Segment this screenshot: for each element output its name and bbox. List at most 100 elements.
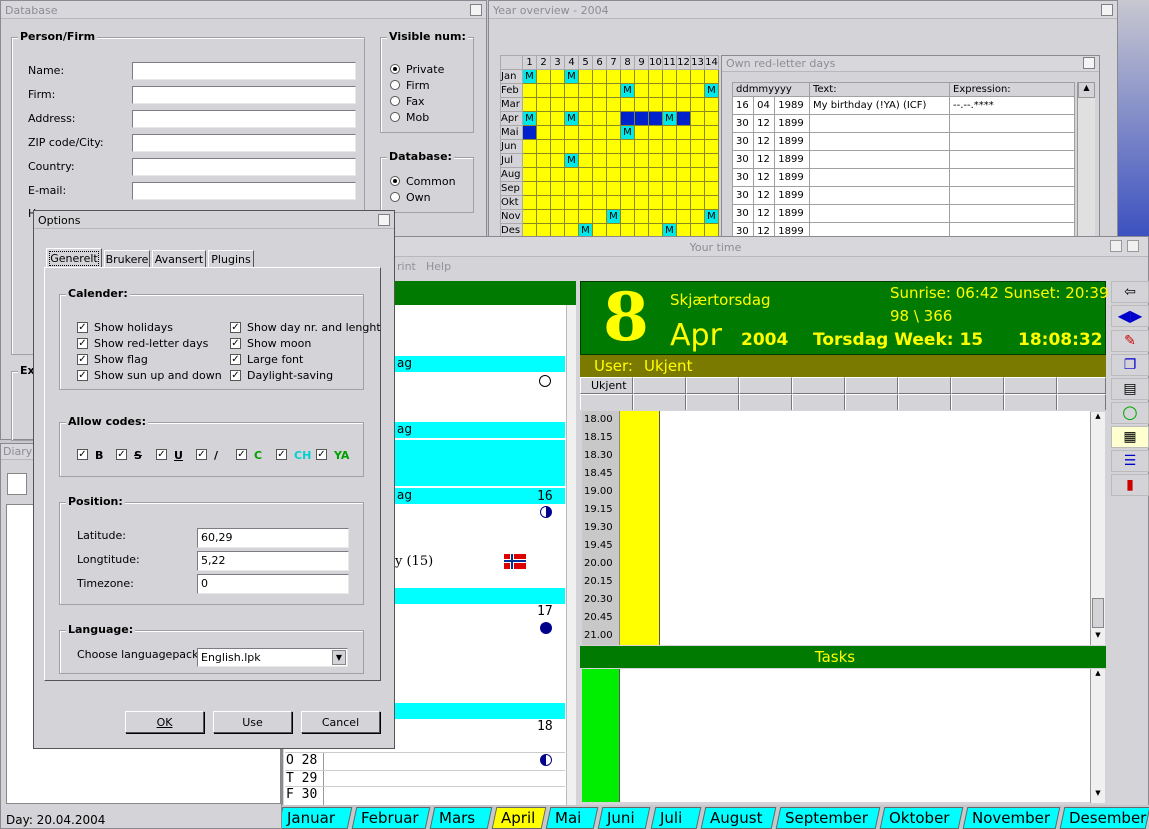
day-cell[interactable] — [662, 125, 677, 140]
day-cell[interactable] — [676, 97, 691, 112]
code-checkbox[interactable]: ✓ — [316, 449, 327, 460]
day-cell[interactable] — [634, 153, 649, 168]
time-entry[interactable] — [660, 465, 1090, 483]
day-cell[interactable] — [592, 167, 607, 182]
latitude-field[interactable]: 60,29 — [197, 528, 349, 548]
day-cell[interactable] — [676, 69, 691, 84]
task-row[interactable] — [582, 745, 1090, 764]
task-entry[interactable] — [620, 688, 1090, 707]
day-cell[interactable] — [536, 111, 551, 126]
task-row[interactable] — [582, 669, 1090, 688]
time-slot[interactable]: 19.00 — [582, 483, 1090, 501]
table-cell[interactable] — [949, 132, 1075, 151]
day-cell-marked[interactable]: M — [522, 111, 537, 126]
user-grid-cell[interactable] — [686, 377, 739, 394]
day-cell[interactable] — [578, 139, 593, 154]
minimize-icon[interactable] — [1110, 240, 1122, 252]
day-cell[interactable] — [578, 209, 593, 224]
day-cell[interactable] — [620, 139, 635, 154]
time-entry[interactable] — [660, 609, 1090, 627]
day-cell[interactable] — [522, 97, 537, 112]
time-slot[interactable]: 19.30 — [582, 519, 1090, 537]
day-cell-selected[interactable] — [634, 111, 649, 126]
day-cell[interactable] — [690, 83, 705, 98]
time-slot[interactable]: 19.15 — [582, 501, 1090, 519]
day-cell[interactable] — [522, 181, 537, 196]
table-cell[interactable]: 30 — [731, 114, 755, 133]
day-cell[interactable] — [648, 167, 663, 182]
mob-radio[interactable] — [390, 112, 400, 122]
time-slot[interactable]: 20.30 — [582, 591, 1090, 609]
day-cell[interactable] — [662, 153, 677, 168]
day-cell[interactable] — [592, 111, 607, 126]
day-cell-marked[interactable]: M — [564, 111, 579, 126]
day-cell[interactable] — [634, 181, 649, 196]
day-cell[interactable] — [606, 195, 621, 210]
day-cell[interactable] — [522, 167, 537, 182]
user-grid-cell[interactable] — [898, 377, 951, 394]
time-slot[interactable]: 18.15 — [582, 429, 1090, 447]
table-cell[interactable]: 1899 — [774, 204, 810, 223]
book-icon[interactable]: ❐ — [1111, 354, 1149, 376]
day-cell[interactable] — [648, 97, 663, 112]
month-tab-april[interactable]: April — [491, 807, 547, 829]
day-cell-marked[interactable]: M — [564, 69, 579, 84]
day-cell[interactable] — [550, 139, 565, 154]
day-cell[interactable] — [564, 83, 579, 98]
table-cell[interactable]: 30 — [731, 204, 755, 223]
eraser-icon[interactable]: ✎ — [1111, 330, 1149, 352]
day-cell[interactable] — [536, 153, 551, 168]
day-cell[interactable] — [676, 209, 691, 224]
day-cell[interactable] — [564, 195, 579, 210]
table-cell[interactable] — [949, 204, 1075, 223]
table-cell[interactable]: 30 — [731, 132, 755, 151]
task-row[interactable] — [582, 726, 1090, 745]
calendar-checkbox[interactable]: ✓ — [230, 354, 241, 365]
table-cell[interactable]: 1899 — [774, 186, 810, 205]
day-cell[interactable] — [606, 111, 621, 126]
options-tab-plugins[interactable]: Plugins — [208, 250, 254, 268]
day-cell[interactable] — [662, 195, 677, 210]
day-cell[interactable] — [676, 167, 691, 182]
day-cell[interactable] — [634, 83, 649, 98]
firm-field[interactable] — [132, 86, 356, 104]
time-entry[interactable] — [660, 429, 1090, 447]
table-cell[interactable] — [949, 114, 1075, 133]
time-slot[interactable]: 18.45 — [582, 465, 1090, 483]
day-list-scrollbar[interactable] — [566, 305, 576, 805]
day-cell[interactable] — [648, 181, 663, 196]
scroll-thumb[interactable] — [1092, 598, 1104, 628]
common-radio[interactable] — [390, 176, 400, 186]
day-cell[interactable] — [578, 97, 593, 112]
task-entry[interactable] — [620, 707, 1090, 726]
day-cell[interactable] — [620, 209, 635, 224]
day-cell[interactable] — [690, 209, 705, 224]
task-entry[interactable] — [620, 669, 1090, 688]
day-cell[interactable] — [620, 195, 635, 210]
day-cell[interactable] — [550, 209, 565, 224]
code-checkbox[interactable]: ✓ — [236, 449, 247, 460]
close-icon[interactable] — [378, 214, 390, 226]
prev-next-icon[interactable]: ◀▶ — [1111, 305, 1149, 327]
table-cell[interactable]: 30 — [731, 150, 755, 169]
day-cell[interactable] — [690, 97, 705, 112]
day-cell[interactable] — [648, 69, 663, 84]
day-cell[interactable] — [592, 125, 607, 140]
time-entry[interactable] — [660, 519, 1090, 537]
printer-icon[interactable]: ▤ — [1111, 378, 1149, 400]
day-cell-marked[interactable]: M — [564, 153, 579, 168]
day-cell[interactable] — [578, 83, 593, 98]
time-entry[interactable] — [660, 483, 1090, 501]
day-cell[interactable] — [634, 195, 649, 210]
table-cell[interactable]: 1899 — [774, 168, 810, 187]
red-letter-titlebar[interactable]: Own red-letter days — [722, 56, 1099, 72]
table-cell[interactable]: My birthday (!YA) (ICF) — [809, 96, 950, 115]
day-cell[interactable] — [676, 195, 691, 210]
day-cell[interactable] — [550, 167, 565, 182]
day-cell[interactable] — [704, 153, 719, 168]
day-cell[interactable] — [648, 139, 663, 154]
day-cell[interactable] — [676, 139, 691, 154]
day-cell[interactable] — [550, 83, 565, 98]
table-cell[interactable]: 1899 — [774, 114, 810, 133]
day-cell[interactable] — [550, 97, 565, 112]
